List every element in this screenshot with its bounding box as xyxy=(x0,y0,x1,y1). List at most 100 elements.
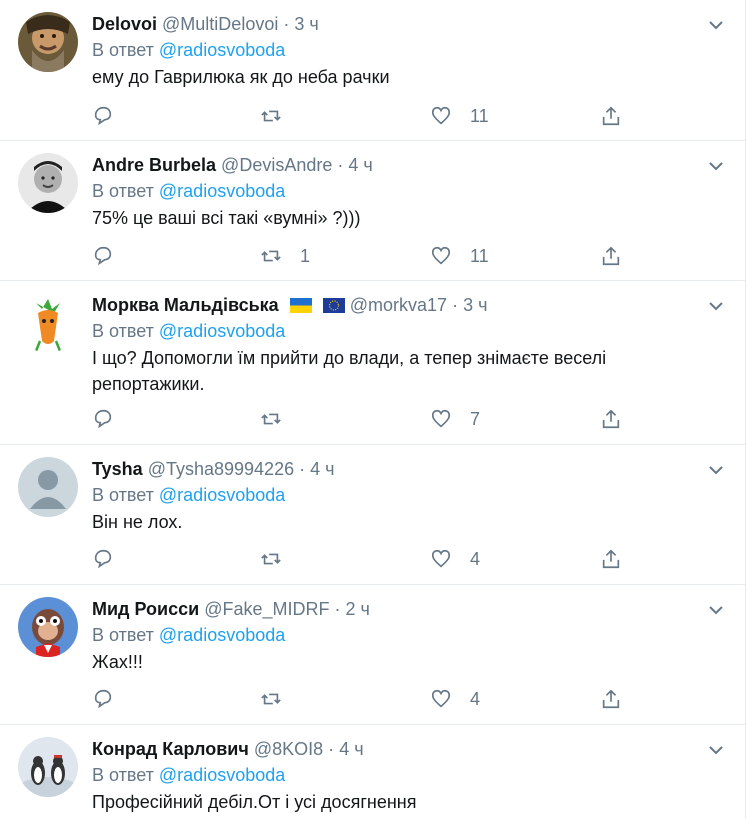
reply-prefix: В ответ xyxy=(92,40,154,60)
user-name[interactable]: Мид Роисси xyxy=(92,599,199,619)
like-icon xyxy=(431,689,451,708)
reply-to: В ответ @radiosvoboda xyxy=(92,179,717,203)
timestamp[interactable]: 4 ч xyxy=(310,459,334,479)
mention-link[interactable]: @radiosvoboda xyxy=(159,765,285,785)
share-button[interactable] xyxy=(600,546,622,572)
timestamp[interactable]: 3 ч xyxy=(294,14,318,34)
chevron-down-icon[interactable] xyxy=(707,601,725,619)
like-icon xyxy=(431,246,451,265)
reply-prefix: В ответ xyxy=(92,625,154,645)
reply-button[interactable] xyxy=(92,243,114,269)
tweet[interactable]: Andre Burbela @DevisAndre · 4 ч В ответ … xyxy=(0,141,746,281)
mention-link[interactable]: @radiosvoboda xyxy=(159,181,285,201)
mention-link[interactable]: @radiosvoboda xyxy=(159,40,285,60)
share-button[interactable] xyxy=(600,406,622,432)
action-bar: 1 11 xyxy=(92,243,652,269)
tweet-text: І що? Допомогли їм прийти до влади, а те… xyxy=(92,348,607,394)
mention-link[interactable]: @radiosvoboda xyxy=(159,321,285,341)
like-count: 4 xyxy=(470,548,481,569)
reply-prefix: В ответ xyxy=(92,181,154,201)
reply-to: В ответ @radiosvoboda xyxy=(92,623,717,647)
reply-icon xyxy=(94,409,112,429)
timestamp[interactable]: 3 ч xyxy=(463,295,487,315)
like-icon xyxy=(431,549,451,568)
tweet-header: Морква Мальдівська @morkva17 · 3 ч xyxy=(92,293,717,317)
retweet-button[interactable] xyxy=(260,103,300,129)
mention-link[interactable]: @radiosvoboda xyxy=(159,625,285,645)
action-bar: 4 xyxy=(92,546,652,572)
tweet[interactable]: Мид Роисси @Fake_MIDRF · 2 ч В ответ @ra… xyxy=(0,585,746,725)
user-handle[interactable]: @DevisAndre xyxy=(221,155,332,175)
like-count: 11 xyxy=(470,245,489,266)
chevron-down-icon[interactable] xyxy=(707,741,725,759)
share-icon xyxy=(602,106,620,126)
user-name[interactable]: Конрад Карлович xyxy=(92,739,249,759)
mention-link[interactable]: @radiosvoboda xyxy=(159,485,285,505)
retweet-icon xyxy=(261,413,281,425)
separator: · xyxy=(283,14,290,34)
reply-button[interactable] xyxy=(92,546,114,572)
like-count: 7 xyxy=(470,408,481,429)
avatar[interactable] xyxy=(18,12,78,72)
reply-to: В ответ @radiosvoboda xyxy=(92,483,717,507)
user-name[interactable]: Морква Мальдівська xyxy=(92,295,279,315)
share-icon xyxy=(602,409,620,429)
action-bar: 11 xyxy=(92,103,652,129)
separator: · xyxy=(452,295,459,315)
tweet-header: Andre Burbela @DevisAndre · 4 ч xyxy=(92,153,717,177)
tweet-header: Tysha @Tysha89994226 · 4 ч xyxy=(92,457,717,481)
like-icon xyxy=(431,106,451,125)
eu-flag-icon xyxy=(322,298,345,313)
like-button[interactable]: 7 xyxy=(430,406,480,432)
reply-to: В ответ @radiosvoboda xyxy=(92,319,717,343)
chevron-down-icon[interactable] xyxy=(707,16,725,34)
share-button[interactable] xyxy=(600,103,622,129)
tweet-text: Професійний дебіл.От і усі досягнення xyxy=(92,792,417,812)
reply-button[interactable] xyxy=(92,406,114,432)
retweet-icon xyxy=(261,110,281,122)
user-handle[interactable]: @MultiDelovoi xyxy=(162,14,278,34)
avatar[interactable] xyxy=(18,153,78,213)
share-icon xyxy=(602,246,620,266)
separator: · xyxy=(337,155,344,175)
retweet-button[interactable] xyxy=(260,406,300,432)
reply-icon xyxy=(94,106,112,126)
timestamp[interactable]: 4 ч xyxy=(339,739,363,759)
chevron-down-icon[interactable] xyxy=(707,461,725,479)
user-handle[interactable]: @Fake_MIDRF xyxy=(204,599,329,619)
share-button[interactable] xyxy=(600,686,622,712)
avatar[interactable] xyxy=(18,597,78,657)
user-handle[interactable]: @Tysha89994226 xyxy=(148,459,294,479)
user-handle[interactable]: @morkva17 xyxy=(350,295,447,315)
tweet[interactable]: Морква Мальдівська @morkva17 · 3 ч В отв… xyxy=(0,281,746,445)
avatar[interactable] xyxy=(18,293,78,353)
tweet[interactable]: Tysha @Tysha89994226 · 4 ч В ответ @radi… xyxy=(0,445,746,585)
like-button[interactable]: 4 xyxy=(430,546,480,572)
retweet-button[interactable]: 1 xyxy=(260,243,310,269)
timestamp[interactable]: 4 ч xyxy=(348,155,372,175)
user-handle[interactable]: @8KOI8 xyxy=(254,739,323,759)
reply-prefix: В ответ xyxy=(92,765,154,785)
tweet-header: Delovoi @MultiDelovoi · 3 ч xyxy=(92,12,717,36)
share-button[interactable] xyxy=(600,243,622,269)
tweet[interactable]: Конрад Карлович @8KOI8 · 4 ч В ответ @ra… xyxy=(0,725,746,819)
like-button[interactable]: 11 xyxy=(430,103,489,129)
avatar[interactable] xyxy=(18,457,78,517)
like-count: 11 xyxy=(470,105,489,126)
reply-button[interactable] xyxy=(92,103,114,129)
user-name[interactable]: Tysha xyxy=(92,459,143,479)
retweet-button[interactable] xyxy=(260,546,300,572)
chevron-down-icon[interactable] xyxy=(707,157,725,175)
reply-prefix: В ответ xyxy=(92,321,154,341)
like-button[interactable]: 11 xyxy=(430,243,489,269)
user-name[interactable]: Andre Burbela xyxy=(92,155,216,175)
retweet-button[interactable] xyxy=(260,686,300,712)
like-button[interactable]: 4 xyxy=(430,686,480,712)
reply-button[interactable] xyxy=(92,686,114,712)
user-name[interactable]: Delovoi xyxy=(92,14,157,34)
timestamp[interactable]: 2 ч xyxy=(346,599,370,619)
avatar[interactable] xyxy=(18,737,78,797)
tweet[interactable]: Delovoi @MultiDelovoi · 3 ч В ответ @rad… xyxy=(0,0,746,141)
share-icon xyxy=(602,549,620,569)
chevron-down-icon[interactable] xyxy=(707,297,725,315)
